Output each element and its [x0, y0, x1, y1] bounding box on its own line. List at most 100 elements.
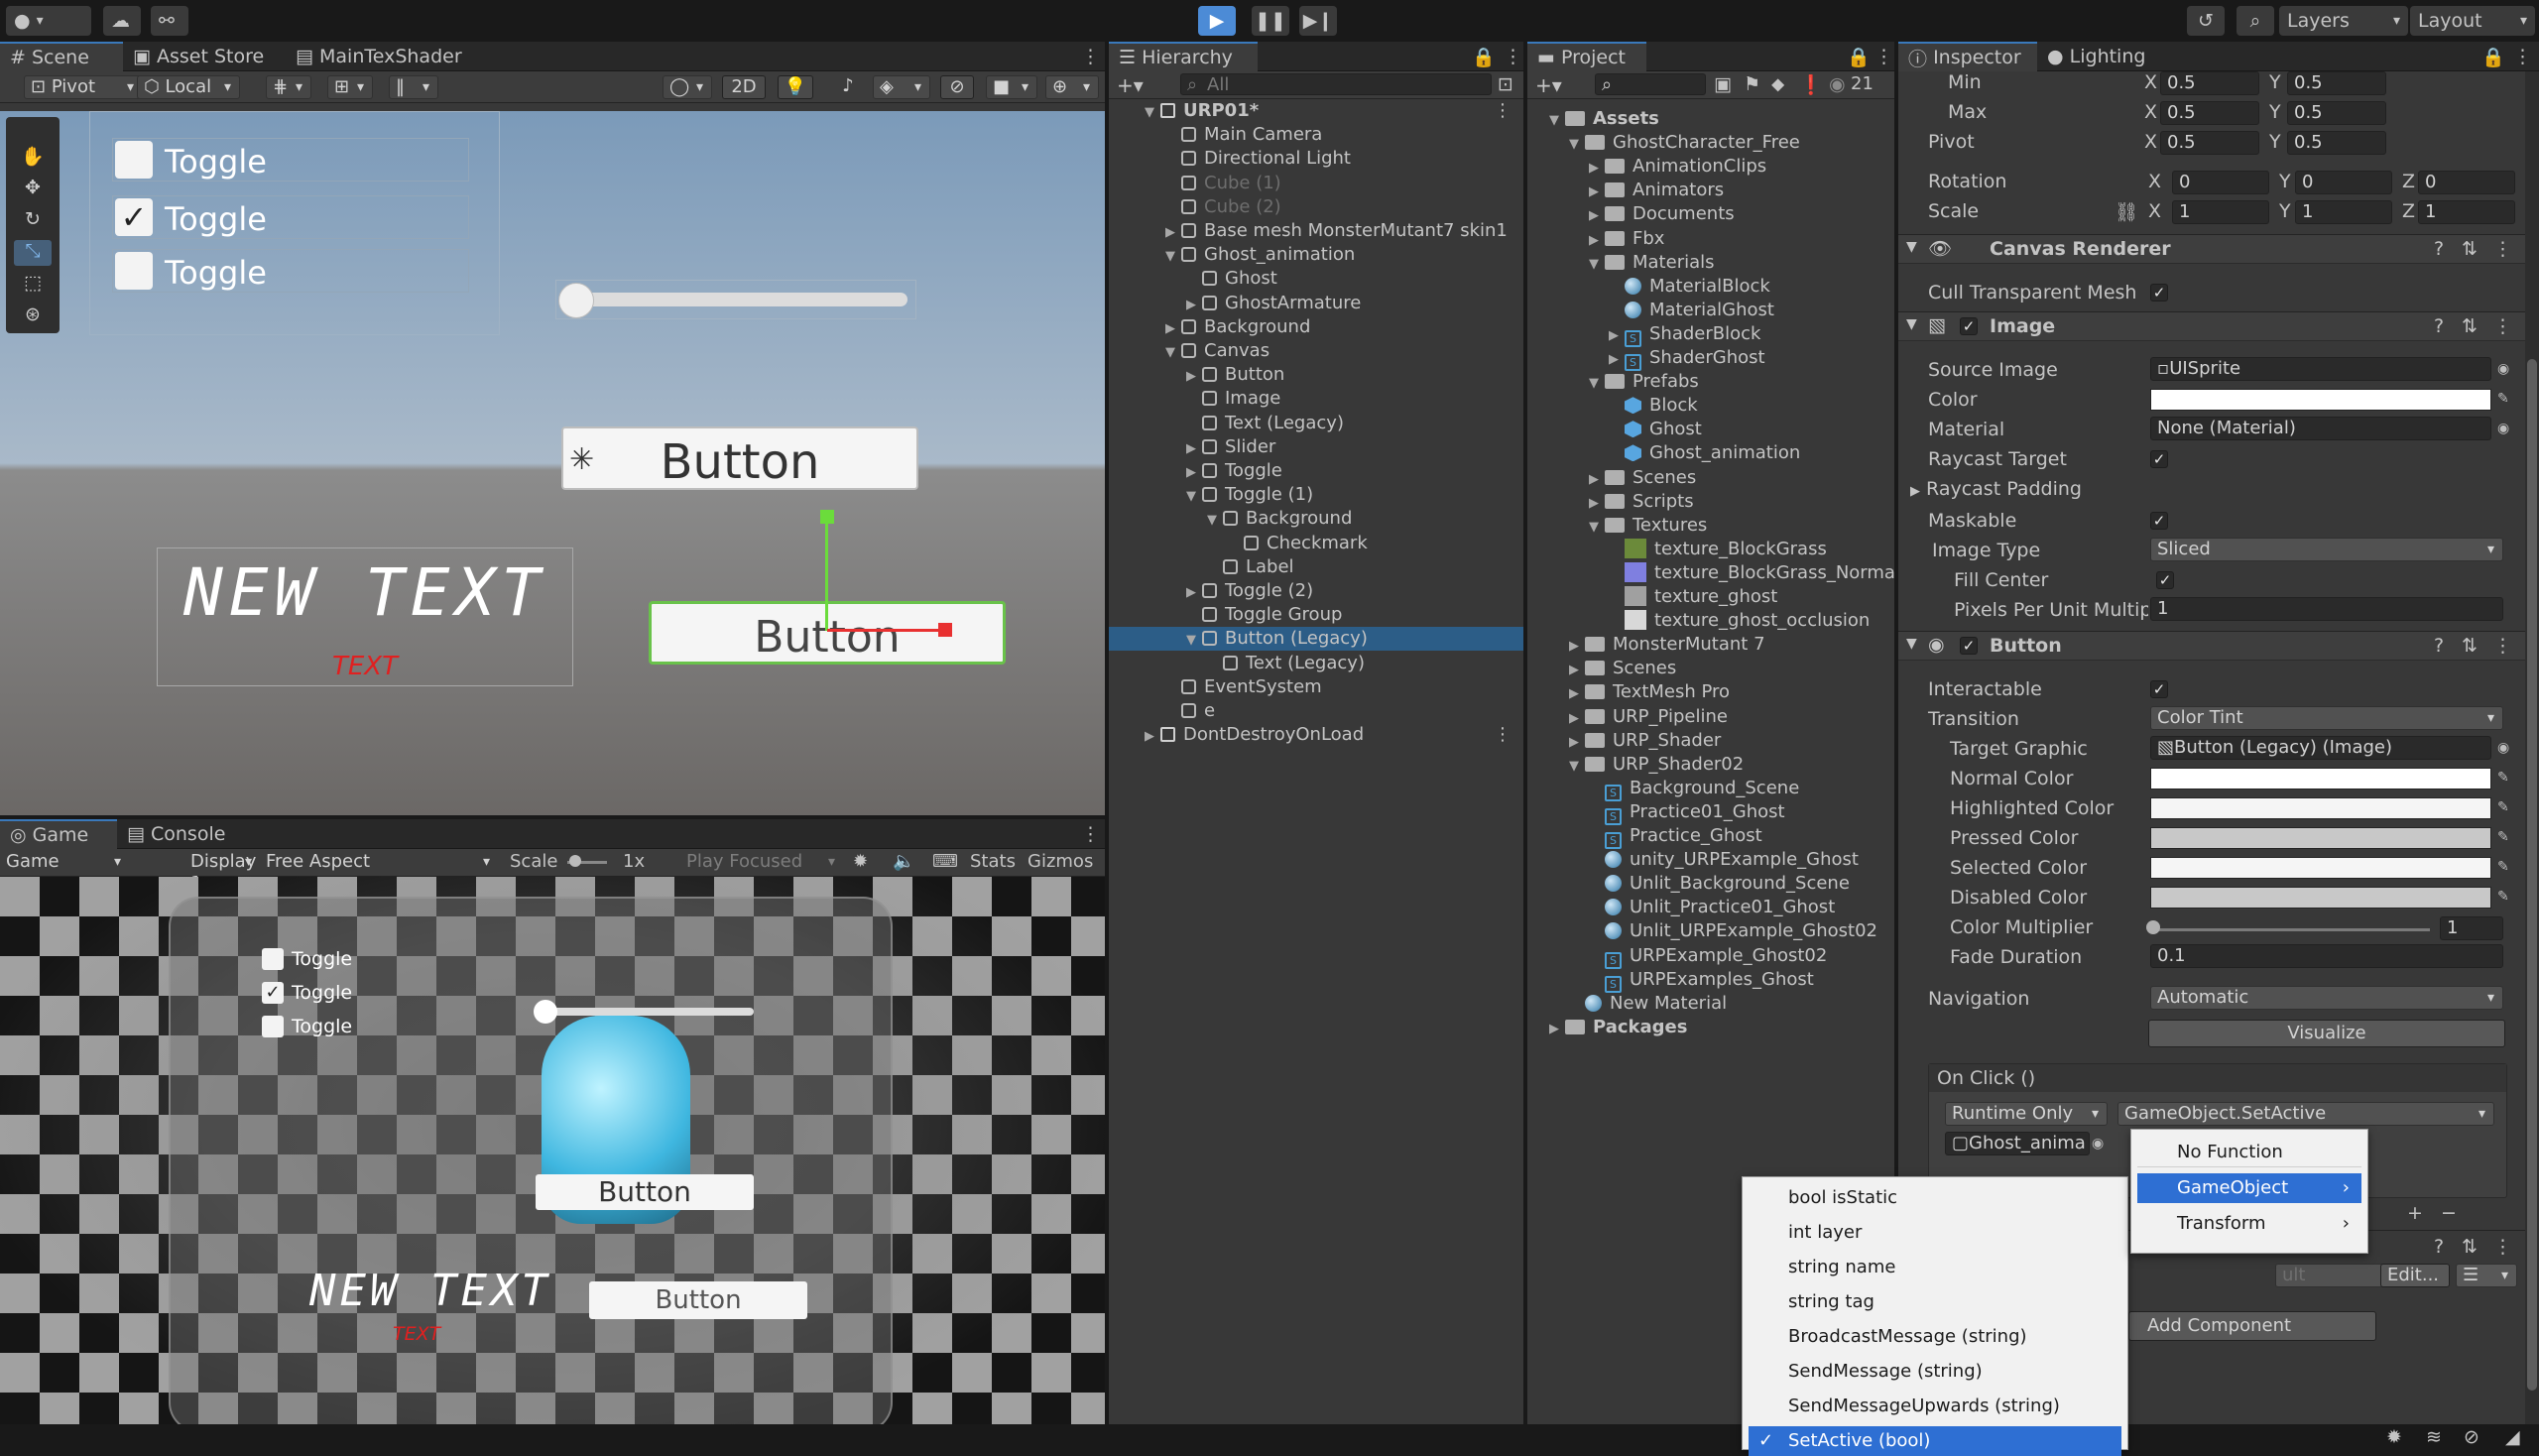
pivot-y-field[interactable]: 0.5 [2287, 131, 2386, 155]
resize-grip-icon[interactable]: ◢ [2505, 1426, 2520, 1448]
eyedropper-icon[interactable]: ✎ [2497, 799, 2513, 815]
menu-item-bool-isstatic[interactable]: bool isStatic [1749, 1183, 2121, 1213]
collapse-arrow-icon[interactable]: ▼ [1569, 755, 1585, 779]
project-item[interactable]: S Practice01_Ghost [1527, 800, 1894, 825]
slider-handle[interactable] [558, 283, 594, 318]
runtime-dropdown[interactable]: Runtime Only [1945, 1102, 2108, 1126]
slider-handle[interactable] [2146, 920, 2160, 934]
tab-lighting[interactable]: ● Lighting [2037, 42, 2166, 71]
material-field[interactable]: None (Material) [2150, 417, 2491, 440]
cull-transparent-checkbox[interactable]: ✓ [2150, 284, 2168, 302]
expand-arrow-icon[interactable]: ▶ [1145, 725, 1160, 749]
tab-scene[interactable]: # Scene [0, 42, 123, 71]
component-menu-icon[interactable]: ⋮ [2493, 238, 2512, 260]
min-y-field[interactable]: 0.5 [2287, 71, 2386, 95]
scale-z-field[interactable]: 1 [2418, 200, 2515, 224]
hierarchy-item[interactable]: ▼ Button (Legacy) [1109, 627, 1523, 652]
hand-tool-icon[interactable]: ✋ [14, 145, 52, 171]
project-item[interactable]: ▶ Scripts [1527, 490, 1894, 514]
scene-slider[interactable] [555, 280, 916, 319]
visualize-button[interactable]: Visualize [2148, 1020, 2505, 1047]
warning-icon[interactable]: ❗ [1799, 73, 1823, 96]
hierarchy-item[interactable]: ▶ Toggle [1109, 459, 1523, 483]
eyedropper-icon[interactable]: ✎ [2497, 770, 2513, 786]
project-item[interactable]: ▼ Assets [1527, 107, 1894, 131]
expand-arrow-icon[interactable]: ▶ [1186, 437, 1202, 461]
keyboard-icon[interactable]: ⌨ [932, 851, 958, 872]
project-item[interactable]: ▶ Animators [1527, 179, 1894, 202]
game-legacy-button[interactable]: Button [589, 1281, 807, 1319]
project-item[interactable]: Unlit_Background_Scene [1527, 872, 1894, 896]
scale-y-field[interactable]: 1 [2295, 200, 2392, 224]
scene-button[interactable]: ✳ Button [561, 426, 918, 490]
source-image-field[interactable]: ▫UISprite [2150, 357, 2491, 381]
collapse-arrow-icon[interactable]: ▼ [1589, 516, 1605, 540]
interactable-checkbox[interactable]: ✓ [2150, 680, 2168, 698]
menu-item-string-name[interactable]: string name [1749, 1253, 2121, 1282]
project-item[interactable]: Unlit_Practice01_Ghost [1527, 896, 1894, 919]
expand-arrow-icon[interactable]: ▶ [1589, 204, 1605, 228]
project-item[interactable]: S URPExamples_Ghost [1527, 968, 1894, 993]
create-asset-button[interactable]: +▾ [1535, 73, 1562, 97]
collapse-arrow-icon[interactable]: ▼ [1165, 245, 1181, 269]
game-view-dropdown[interactable]: Game [0, 851, 129, 875]
row-menu-icon[interactable]: ⋮ [1494, 723, 1511, 747]
project-item[interactable]: ▶ URP_Pipeline [1527, 705, 1894, 729]
menu-item-string-tag[interactable]: string tag [1749, 1287, 2121, 1317]
hierarchy-item[interactable]: Image [1109, 387, 1523, 411]
scene-toggle-1[interactable]: Toggle [112, 138, 469, 182]
menu-item-broadcastmessage-string[interactable]: BroadcastMessage (string) [1749, 1322, 2121, 1352]
tab-inspector[interactable]: ⓘ Inspector [1898, 42, 2037, 71]
project-item[interactable]: texture_ghost_occlusion [1527, 609, 1894, 633]
add-listener-button[interactable]: + [2400, 1202, 2430, 1228]
local-dropdown[interactable]: ⬡ Local [137, 75, 240, 99]
expand-arrow-icon[interactable]: ▶ [1569, 682, 1585, 706]
eyedropper-icon[interactable]: ✎ [2497, 859, 2513, 875]
collapse-arrow-icon[interactable]: ▼ [1549, 109, 1565, 133]
highlighted-color-swatch[interactable] [2150, 797, 2491, 819]
tab-game[interactable]: ◎ Game [0, 819, 117, 849]
object-picker-icon[interactable]: ◉ [2497, 361, 2513, 377]
expand-arrow-icon[interactable]: ▶ [1186, 581, 1202, 605]
preset-icon[interactable]: ⇅ [2462, 1236, 2478, 1258]
scene-viewport[interactable]: ✋ ✥ ↻ ⤡ ⬚ ⊛ Toggle ✓ Toggle Toggle ✳ But… [0, 111, 1105, 815]
game-slider[interactable] [536, 1008, 754, 1016]
hierarchy-item[interactable]: Text (Legacy) [1109, 652, 1523, 675]
expand-arrow-icon[interactable]: ▶ [1549, 1018, 1565, 1041]
search-icon[interactable]: ⌕ [2237, 6, 2274, 36]
project-item[interactable]: ▼ Prefabs [1527, 370, 1894, 394]
scale-slider-handle[interactable] [569, 855, 581, 867]
constrain-proportions-icon[interactable]: ⛓ [2115, 200, 2138, 223]
project-item[interactable]: ▼ URP_Shader02 [1527, 753, 1894, 777]
project-item[interactable]: ▶ S ShaderGhost [1527, 346, 1894, 371]
project-item[interactable]: S Practice_Ghost [1527, 824, 1894, 849]
hierarchy-item[interactable]: Ghost [1109, 267, 1523, 291]
object-picker-icon[interactable]: ◉ [2497, 740, 2513, 756]
component-menu-icon[interactable]: ⋮ [2493, 1236, 2512, 1258]
hierarchy-menu-icon[interactable]: ⋮ [1494, 42, 1522, 71]
menu-item-gameobject[interactable]: GameObject › [2137, 1173, 2361, 1203]
expand-arrow-icon[interactable]: ▶ [1165, 317, 1181, 341]
project-item[interactable]: ▶ Packages [1527, 1016, 1894, 1039]
remove-listener-button[interactable]: − [2434, 1202, 2464, 1228]
expand-arrow-icon[interactable]: ▶ [1589, 492, 1605, 516]
hidden-objects-icon[interactable]: ⊘ [940, 75, 974, 99]
edit-button[interactable]: Edit... [2380, 1264, 2450, 1287]
pressed-color-swatch[interactable] [2150, 827, 2491, 849]
preset-icon[interactable]: ⇅ [2462, 315, 2478, 337]
camera-dropdown[interactable]: ■ [986, 75, 1037, 99]
account-dropdown[interactable]: ● ▾ [6, 6, 91, 36]
hierarchy-item[interactable]: ▶ Background [1109, 315, 1523, 339]
scale-x-field[interactable]: 1 [2172, 200, 2269, 224]
project-item[interactable]: Unlit_URPExample_Ghost02 [1527, 919, 1894, 943]
expand-arrow-icon[interactable]: ▶ [1569, 731, 1585, 755]
tag-icon[interactable]: ⬥ [1771, 73, 1784, 95]
project-item[interactable]: New Material [1527, 992, 1894, 1016]
hierarchy-item[interactable]: EventSystem [1109, 675, 1523, 699]
min-x-field[interactable]: 0.5 [2160, 71, 2259, 95]
eyedropper-icon[interactable]: ✎ [2497, 391, 2513, 407]
hierarchy-item[interactable]: Directional Light [1109, 147, 1523, 171]
color-multiplier-slider[interactable] [2152, 928, 2430, 931]
project-item[interactable]: ▶ AnimationClips [1527, 155, 1894, 179]
expand-arrow-icon[interactable]: ▶ [1569, 707, 1585, 731]
